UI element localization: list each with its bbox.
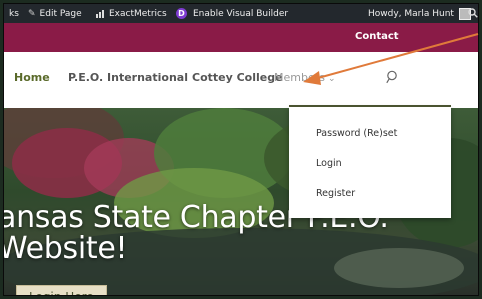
annotation-arrow	[303, 33, 479, 85]
